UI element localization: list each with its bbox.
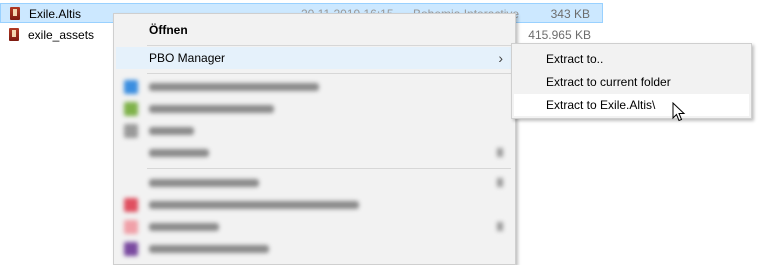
menu-item-redacted[interactable] <box>116 216 513 238</box>
redacted-label <box>149 245 269 253</box>
menu-item-label: Öffnen <box>149 23 188 37</box>
chevron-right-icon: › <box>498 50 503 66</box>
menu-item-redacted[interactable] <box>116 142 513 164</box>
menu-separator <box>147 168 511 169</box>
redacted-label <box>149 179 259 187</box>
pbo-manager-submenu: Extract to.. Extract to current folder E… <box>511 43 752 119</box>
menu-item-pbo-manager[interactable]: PBO Manager › <box>116 47 513 69</box>
redacted-label <box>149 127 194 135</box>
app-icon <box>124 102 138 116</box>
app-icon <box>124 198 138 212</box>
app-icon <box>124 80 138 94</box>
app-icon <box>124 124 138 138</box>
pbo-file-icon <box>10 7 20 20</box>
menu-item-redacted[interactable] <box>116 238 513 260</box>
file-size: 415.965 KB <box>528 28 591 42</box>
redacted-label <box>149 83 319 91</box>
menu-item-label: PBO Manager <box>149 51 226 65</box>
redacted-label <box>149 149 209 157</box>
menu-separator <box>147 73 511 74</box>
app-icon <box>124 220 138 234</box>
chevron-right-icon <box>497 148 503 157</box>
app-icon <box>124 242 138 256</box>
submenu-item-label: Extract to Exile.Altis\ <box>546 98 656 112</box>
submenu-item-label: Extract to current folder <box>546 75 671 89</box>
submenu-item-extract-to[interactable]: Extract to.. <box>514 48 749 70</box>
redacted-label <box>149 201 359 209</box>
redacted-label <box>149 105 274 113</box>
file-size: 343 KB <box>550 7 590 21</box>
submenu-item-label: Extract to.. <box>546 52 604 66</box>
file-name: Exile.Altis <box>29 7 82 21</box>
chevron-right-icon <box>497 222 503 231</box>
file-name: exile_assets <box>28 28 95 42</box>
menu-item-open[interactable]: Öffnen <box>116 19 513 41</box>
menu-item-redacted[interactable] <box>116 172 513 194</box>
chevron-right-icon <box>497 178 503 187</box>
submenu-item-extract-current-folder[interactable]: Extract to current folder <box>514 71 749 93</box>
menu-item-redacted[interactable] <box>116 76 513 98</box>
pbo-file-icon <box>9 28 19 41</box>
mouse-cursor-icon <box>672 102 686 122</box>
menu-item-redacted[interactable] <box>116 194 513 216</box>
context-menu: Öffnen PBO Manager › <box>113 13 516 265</box>
menu-item-redacted[interactable] <box>116 120 513 142</box>
redacted-label <box>149 223 219 231</box>
menu-item-redacted[interactable] <box>116 98 513 120</box>
submenu-item-extract-to-folder[interactable]: Extract to Exile.Altis\ <box>514 94 749 116</box>
menu-separator <box>147 45 511 46</box>
